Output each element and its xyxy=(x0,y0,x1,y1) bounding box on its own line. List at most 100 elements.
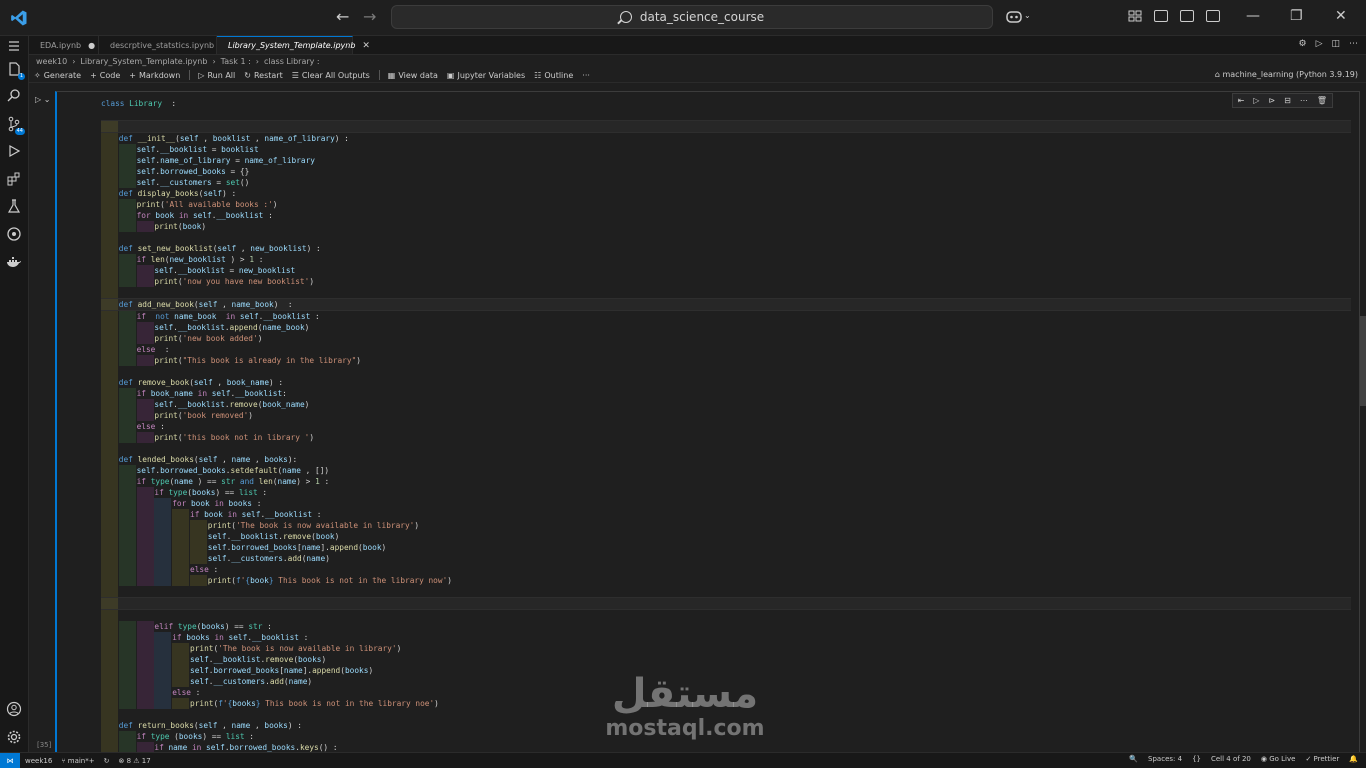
close-tab-icon[interactable]: ✕ xyxy=(362,41,370,51)
run-cell-button[interactable]: ▷ ⌄ xyxy=(35,95,50,104)
scrollbar-thumb[interactable] xyxy=(1360,316,1366,406)
code-line[interactable]: self.borrowed_books[name].append(book) xyxy=(101,542,1351,553)
code-line[interactable]: else : xyxy=(101,564,1351,575)
code-line[interactable]: self.__customers = set() xyxy=(101,177,1351,188)
code-line[interactable]: print('this book not in library ') xyxy=(101,432,1351,443)
code-line[interactable]: self.__booklist.remove(book_name) xyxy=(101,399,1351,410)
settings-gear-icon[interactable] xyxy=(6,729,22,745)
back-arrow-icon[interactable]: ← xyxy=(336,8,349,26)
clear-all-outputs-button[interactable]: ☰ Clear All Outputs xyxy=(292,71,370,80)
code-line[interactable]: if books in self.__booklist : xyxy=(101,632,1351,643)
code-line[interactable]: for book in books : xyxy=(101,498,1351,509)
run-icon[interactable]: ▷ xyxy=(1316,39,1323,49)
chevron-down-icon[interactable]: ⌄ xyxy=(1024,11,1031,20)
toggle-primary-sidebar-icon[interactable] xyxy=(1154,10,1168,22)
status-cell[interactable]: Cell 4 of 20 xyxy=(1211,755,1251,763)
add-markdown-cell-button[interactable]: + Markdown xyxy=(129,71,180,80)
code-line[interactable]: for book in self.__booklist : xyxy=(101,210,1351,221)
command-center-search[interactable]: data_science_course xyxy=(391,5,993,29)
code-line[interactable] xyxy=(101,443,1351,454)
code-line[interactable] xyxy=(101,610,1351,621)
code-line[interactable]: print('new book added') xyxy=(101,333,1351,344)
code-line[interactable] xyxy=(101,597,1351,610)
code-line[interactable]: else : xyxy=(101,421,1351,432)
source-control-icon[interactable]: 44 xyxy=(6,116,25,135)
code-line[interactable] xyxy=(101,232,1351,243)
copilot-icon[interactable] xyxy=(1006,9,1022,23)
code-line[interactable]: def lended_books(self , name , books): xyxy=(101,454,1351,465)
code-line[interactable]: print('book removed') xyxy=(101,410,1351,421)
add-code-cell-button[interactable]: + Code xyxy=(90,71,120,80)
code-line[interactable] xyxy=(101,109,1351,120)
code-line[interactable]: if book in self.__booklist : xyxy=(101,509,1351,520)
toggle-panel-icon[interactable] xyxy=(1180,10,1194,22)
testing-flask-icon[interactable] xyxy=(6,198,22,214)
code-line[interactable]: print(f'{book} This book is not in the l… xyxy=(101,575,1351,586)
code-line[interactable]: self.borrowed_books.setdefault(name , []… xyxy=(101,465,1351,476)
menu-icon[interactable] xyxy=(6,38,22,54)
run-all-button[interactable]: ▷ Run All xyxy=(198,71,235,80)
outline-button[interactable]: ☷ Outline xyxy=(534,71,573,80)
account-icon[interactable] xyxy=(6,701,22,717)
status-go-live[interactable]: ◉ Go Live xyxy=(1261,755,1296,763)
code-line[interactable]: def __init__(self , booklist , name_of_l… xyxy=(101,133,1351,144)
code-line[interactable]: print('The book is now available in libr… xyxy=(101,520,1351,531)
code-line[interactable] xyxy=(101,120,1351,133)
code-line[interactable]: def add_new_book(self , name_book) : xyxy=(101,298,1351,311)
status-prettier[interactable]: ✓ Prettier xyxy=(1305,755,1339,763)
status-spaces[interactable]: Spaces: 4 xyxy=(1148,755,1182,763)
generate-button[interactable]: ✧ Generate xyxy=(34,71,81,80)
code-line[interactable]: if not name_book in self.__booklist : xyxy=(101,311,1351,322)
breadcrumb-folder[interactable]: week10 xyxy=(36,57,67,66)
split-editor-icon[interactable]: ◫ xyxy=(1331,39,1340,49)
status-branch[interactable]: ⑂ main*+ xyxy=(61,757,94,765)
code-line[interactable]: print("This book is already in the libra… xyxy=(101,355,1351,366)
code-line[interactable] xyxy=(101,366,1351,377)
remote-indicator-icon[interactable]: ⋈ xyxy=(0,753,20,768)
extensions-icon[interactable] xyxy=(6,171,22,187)
code-line[interactable] xyxy=(101,287,1351,298)
code-line[interactable]: self.name_of_library = name_of_library xyxy=(101,155,1351,166)
docker-icon[interactable] xyxy=(6,254,22,270)
code-line[interactable]: print('now you have new booklist') xyxy=(101,276,1351,287)
kernel-picker[interactable]: ⌂ machine_learning (Python 3.9.19) xyxy=(1215,70,1358,79)
vscode-logo-icon[interactable] xyxy=(10,9,28,27)
problems-indicator[interactable]: ⊗ 8 ⚠ 17 xyxy=(118,757,150,765)
view-data-button[interactable]: ▦ View data xyxy=(388,71,438,80)
sync-icon[interactable]: ↻ xyxy=(104,757,110,765)
code-line[interactable]: if len(new_booklist ) > 1 : xyxy=(101,254,1351,265)
breadcrumb-cell[interactable]: Task 1 : xyxy=(221,57,251,66)
code-line[interactable]: self.__booklist.remove(books) xyxy=(101,654,1351,665)
code-line[interactable]: elif type(books) == str : xyxy=(101,621,1351,632)
vertical-scrollbar[interactable] xyxy=(1360,86,1366,752)
code-line[interactable]: if type(books) == list : xyxy=(101,487,1351,498)
breadcrumb-symbol[interactable]: class Library : xyxy=(264,57,320,66)
customize-layout-icon[interactable] xyxy=(1128,10,1142,22)
run-debug-icon[interactable] xyxy=(6,143,22,159)
status-folder[interactable]: week16 xyxy=(25,757,52,765)
more-toolbar-button[interactable]: ··· xyxy=(582,71,590,80)
explorer-icon[interactable]: 1 xyxy=(6,61,25,80)
code-line[interactable]: print('The book is now available in libr… xyxy=(101,643,1351,654)
code-line[interactable]: if book_name in self.__booklist: xyxy=(101,388,1351,399)
search-icon[interactable] xyxy=(6,88,22,104)
zoom-icon[interactable]: 🔍 xyxy=(1129,755,1138,763)
remote-explorer-icon[interactable] xyxy=(6,226,22,242)
minimize-icon[interactable]: — xyxy=(1246,8,1260,24)
code-line[interactable]: print('All available books :') xyxy=(101,199,1351,210)
code-line[interactable]: def remove_book(self , book_name) : xyxy=(101,377,1351,388)
code-line[interactable]: print(book) xyxy=(101,221,1351,232)
code-line[interactable]: self.__booklist = booklist xyxy=(101,144,1351,155)
tab-library-system-template[interactable]: Library_System_Template.ipynb ✕ xyxy=(217,36,370,54)
code-cell[interactable]: ⇤ ▷ ⊳ ⊟ ⋯ 🗑 class Library : def __init__(… xyxy=(55,91,1360,752)
breadcrumb-file[interactable]: Library_System_Template.ipynb xyxy=(80,57,207,66)
code-line[interactable]: def set_new_booklist(self , new_booklist… xyxy=(101,243,1351,254)
restart-button[interactable]: ↻ Restart xyxy=(244,71,282,80)
notebook-settings-icon[interactable]: ⚙ xyxy=(1298,39,1306,49)
close-window-icon[interactable]: ✕ xyxy=(1335,8,1347,24)
jupyter-variables-button[interactable]: ▣ Jupyter Variables xyxy=(447,71,525,80)
code-editor[interactable]: class Library : def __init__(self , bookl… xyxy=(101,98,1351,752)
status-braces[interactable]: {} xyxy=(1192,755,1201,763)
code-line[interactable]: if type(name ) == str and len(name) > 1 … xyxy=(101,476,1351,487)
code-line[interactable] xyxy=(101,586,1351,597)
